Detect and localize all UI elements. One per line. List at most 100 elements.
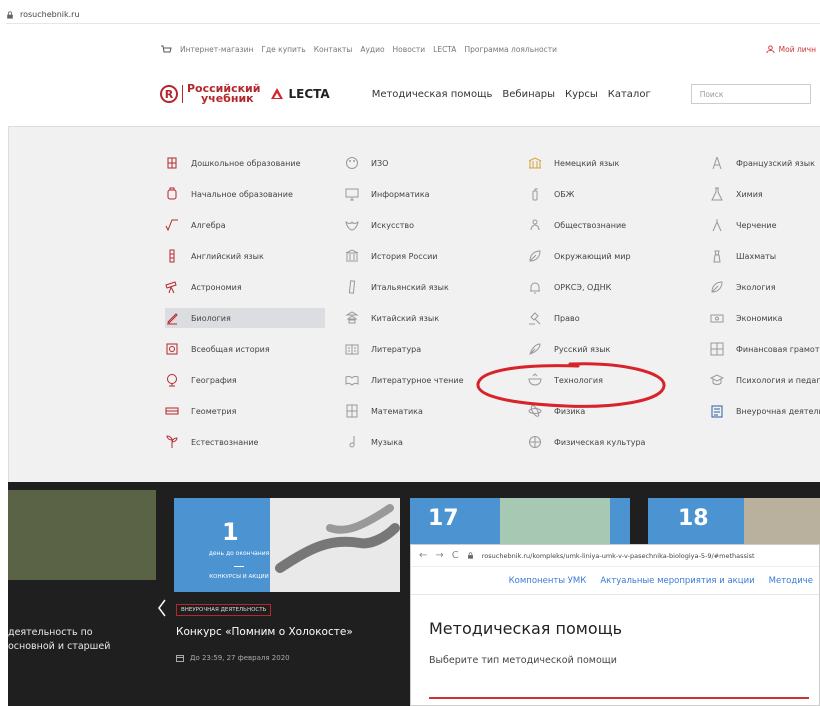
subject-label: Внеурочная деятельн xyxy=(736,406,820,416)
subject-item[interactable]: Экология xyxy=(710,277,776,297)
url-text: rosuchebnik.ru xyxy=(20,10,80,19)
cart-icon[interactable] xyxy=(160,44,172,54)
subject-item[interactable]: Астрономия xyxy=(165,277,242,297)
subject-item[interactable]: Естествознание xyxy=(165,432,258,452)
overlay-url: rosuchebnik.ru/kompleks/umk-liniya-umk-v… xyxy=(481,551,755,560)
subject-item[interactable]: Дошкольное образование xyxy=(165,153,301,173)
nav-item[interactable]: Курсы xyxy=(565,89,598,100)
subject-item[interactable]: Физическая культура xyxy=(528,432,645,452)
subject-item[interactable]: Итальянский язык xyxy=(345,277,449,297)
money-icon xyxy=(710,314,724,323)
chevron-left-icon[interactable] xyxy=(157,598,167,618)
globe-icon xyxy=(167,374,177,387)
calendar-icon xyxy=(176,655,184,662)
toplink-item[interactable]: Интернет-магазин xyxy=(180,45,253,54)
overlay-address-bar[interactable]: ← → C rosuchebnik.ru/kompleks/umk-liniya… xyxy=(411,545,819,567)
subject-item[interactable]: Психология и педаго xyxy=(710,370,820,390)
subject-item[interactable]: Экономика xyxy=(710,308,782,328)
subject-item[interactable]: Информатика xyxy=(345,184,430,204)
subject-item[interactable]: История России xyxy=(345,246,437,266)
ball-icon xyxy=(529,436,541,448)
reload-icon[interactable]: C xyxy=(452,550,459,561)
subject-item[interactable]: Искусство xyxy=(345,215,414,235)
event-card-17[interactable]: 17 xyxy=(410,498,630,544)
logo-rosuchebnik[interactable]: R Российский учебник xyxy=(160,83,260,105)
subject-label: Немецкий язык xyxy=(554,158,620,168)
music-icon xyxy=(349,436,355,448)
event-card-18[interactable]: 18 xyxy=(648,498,820,544)
logo-line2: учебник xyxy=(201,92,254,105)
subject-label: Черчение xyxy=(736,220,777,230)
overlay-tab[interactable]: Актуальные мероприятия и акции xyxy=(600,576,754,586)
subject-item[interactable]: География xyxy=(165,370,237,390)
toplink-item[interactable]: LECTA xyxy=(433,45,456,54)
lecta-logo-icon xyxy=(271,88,284,99)
toplink-item[interactable]: Новости xyxy=(393,45,426,54)
nav-item[interactable]: Вебинары xyxy=(502,89,555,100)
subject-item[interactable]: Английский язык xyxy=(165,246,264,266)
subject-item[interactable]: Литературное чтение xyxy=(345,370,464,390)
news-left-text[interactable]: деятельность по основной и старшей xyxy=(8,626,156,654)
overlay-tabs: Компоненты УМК Актуальные мероприятия и … xyxy=(411,567,819,595)
toplink-item[interactable]: Аудио xyxy=(360,45,384,54)
user-icon xyxy=(766,44,775,53)
logo-lecta[interactable]: LECTA xyxy=(270,87,330,101)
subject-item[interactable]: ОБЖ xyxy=(528,184,574,204)
news-image-hands xyxy=(270,498,400,592)
subject-item[interactable]: Немецкий язык xyxy=(528,153,619,173)
toplink-item[interactable]: Программа лояльности xyxy=(464,45,557,54)
nav-item[interactable]: Методическая помощь xyxy=(372,89,493,100)
address-bar[interactable]: rosuchebnik.ru xyxy=(6,6,820,24)
subject-item[interactable]: Право xyxy=(528,308,580,328)
overlay-browser-window: ← → C rosuchebnik.ru/kompleks/umk-liniya… xyxy=(410,544,820,706)
subject-item[interactable]: ОРКСЭ, ОДНК xyxy=(528,277,611,297)
subject-label: ИЗО xyxy=(371,158,389,168)
subject-item[interactable]: Французский язык xyxy=(710,153,815,173)
news-left-line: деятельность по xyxy=(8,627,93,638)
account-link[interactable]: Мой личн xyxy=(766,45,820,54)
divider xyxy=(234,566,244,567)
forward-arrow-icon[interactable]: → xyxy=(435,550,443,561)
subject-item[interactable]: Начальное образование xyxy=(165,184,293,204)
flask-icon xyxy=(711,187,723,201)
grid-icon xyxy=(710,342,724,356)
logo-divider xyxy=(182,85,183,103)
news-title[interactable]: Конкурс «Помним о Холокосте» xyxy=(176,626,353,638)
subject-item[interactable]: Алгебра xyxy=(165,215,226,235)
highlight-oval xyxy=(476,362,666,408)
subject-item[interactable]: Всеобщая история xyxy=(165,339,270,359)
subject-item[interactable]: Шахматы xyxy=(710,246,776,266)
subject-item[interactable]: Черчение xyxy=(710,215,776,235)
subject-item[interactable]: Литература xyxy=(345,339,421,359)
countdown-number: 1 xyxy=(222,518,239,546)
toplink-item[interactable]: Контакты xyxy=(314,45,353,54)
subject-item-active[interactable]: Биология xyxy=(165,308,325,328)
subject-item[interactable]: Химия xyxy=(710,184,763,204)
subject-label: Французский язык xyxy=(736,158,815,168)
back-arrow-icon[interactable]: ← xyxy=(419,550,427,561)
subject-item[interactable]: Внеурочная деятельн xyxy=(710,401,820,421)
subject-item[interactable]: Окружающий мир xyxy=(528,246,631,266)
nav-item[interactable]: Каталог xyxy=(608,89,651,100)
subject-label: Экология xyxy=(736,282,776,292)
leaf-pencil-icon xyxy=(167,313,178,325)
subject-item[interactable]: Финансовая грамотн xyxy=(710,339,820,359)
subject-label: Геометрия xyxy=(191,406,237,416)
overlay-tab[interactable]: Компоненты УМК xyxy=(509,576,587,586)
search-input[interactable]: Поиск xyxy=(690,84,811,104)
subject-item[interactable]: Музыка xyxy=(345,432,403,452)
subject-item[interactable]: Геометрия xyxy=(165,401,236,421)
category-tag[interactable]: ВНЕУРОЧНАЯ ДЕЯТЕЛЬНОСТЬ xyxy=(176,604,272,616)
eco-leaf-icon xyxy=(711,281,723,293)
pagoda-icon xyxy=(345,311,359,324)
subject-item[interactable]: Китайский язык xyxy=(345,308,439,328)
overlay-tab[interactable]: Методиче xyxy=(769,576,813,586)
subject-item[interactable]: Математика xyxy=(345,401,423,421)
subject-label: Искусство xyxy=(371,220,415,230)
news-left-line: основной и старшей xyxy=(8,641,111,652)
subject-item[interactable]: Обществознание xyxy=(528,215,626,235)
toplink-item[interactable]: Где купить xyxy=(261,45,305,54)
subject-label: Естествознание xyxy=(191,437,259,447)
subject-item[interactable]: Русский язык xyxy=(528,339,610,359)
subject-item[interactable]: ИЗО xyxy=(345,153,388,173)
